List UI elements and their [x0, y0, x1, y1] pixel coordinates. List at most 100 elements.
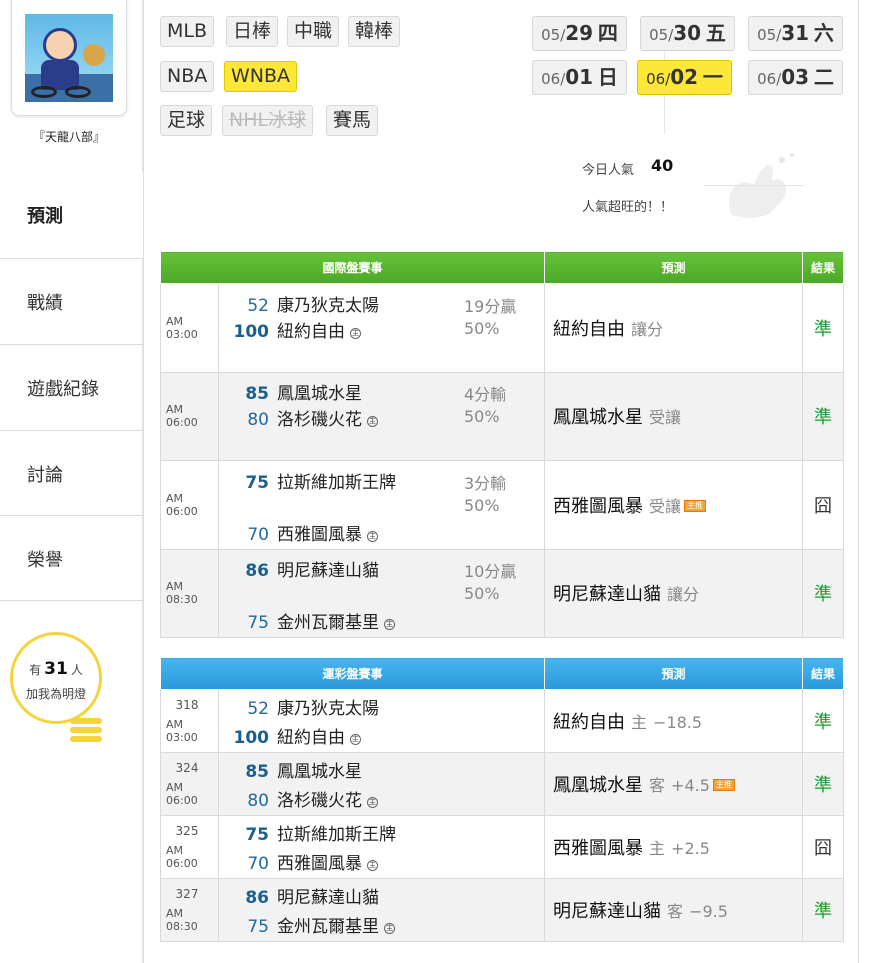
- matchup-cell: 85 鳳凰城水星 80 洛杉磯火花主: [217, 752, 546, 816]
- date-0603[interactable]: 06/03 二: [748, 60, 843, 95]
- away-team[interactable]: 拉斯維加斯王牌: [277, 825, 396, 845]
- intl-odds-table: 國際盤賽事 預測 結果 AM 03:00 52 康乃狄克太陽 100 紐約自由主 19分贏…: [159, 251, 845, 638]
- sport-tab-npb[interactable]: 日棒: [226, 16, 279, 47]
- home-team[interactable]: 西雅圖風暴: [277, 854, 362, 874]
- main-panel: MLB 日棒 中職 韓棒 NBA WNBA 足球 NHL冰球 賽馬 05/29 …: [143, 0, 859, 963]
- handicap-percent: 50%: [464, 318, 500, 338]
- prediction-cell: 紐約自由主 −18.5: [544, 689, 804, 753]
- predicted-team: 紐約自由: [553, 318, 626, 340]
- matchup-cell: 86 明尼蘇達山貓 75 金州瓦爾基里主: [217, 878, 546, 942]
- predicted-team: 紐約自由: [553, 712, 626, 733]
- table-row: AM 06:00 75 拉斯維加斯王牌 70 西雅圖風暴主 3分輸 50% 西雅圖風暴 受讓 主推…: [160, 460, 845, 550]
- handicap-percent: 50%: [464, 407, 500, 427]
- matchup-cell: 85 鳳凰城水星 80 洛杉磯火花主 4分輸 50%: [217, 371, 546, 461]
- game-number: 325: [175, 824, 199, 838]
- predicted-line: +4.5: [671, 776, 710, 795]
- result-cell: 準: [802, 548, 845, 638]
- home-team[interactable]: 金州瓦爾基里: [277, 613, 379, 633]
- date-0601[interactable]: 06/01 日: [532, 60, 627, 95]
- away-score: 86: [245, 561, 269, 582]
- lottery-odds-table: 運彩盤賽事 預測 結果 318 AM 03:00 52 康乃狄克太陽 100 紐約自由主紐…: [159, 657, 845, 942]
- fans-count: 31: [44, 659, 68, 679]
- away-team[interactable]: 鳳凰城水星: [277, 384, 362, 404]
- predicted-team: 鳳凰城水星: [553, 407, 644, 429]
- predicted-line: −18.5: [653, 713, 703, 732]
- date-0531[interactable]: 05/31 六: [748, 16, 843, 51]
- avatar-card[interactable]: [11, 0, 127, 116]
- predicted-team: 西雅圖風暴: [553, 838, 644, 859]
- home-mark: 主: [384, 923, 395, 934]
- date-0530[interactable]: 05/30 五: [640, 16, 735, 51]
- featured-badge: 主推: [712, 779, 735, 791]
- home-mark: 主: [367, 416, 378, 428]
- home-score: 70: [247, 854, 269, 874]
- nav-item-game-history[interactable]: 遊戲紀錄: [0, 344, 143, 430]
- predicted-line: +2.5: [671, 839, 710, 858]
- prediction-cell: 紐約自由 讓分: [544, 283, 804, 373]
- away-team[interactable]: 康乃狄克太陽: [277, 699, 379, 719]
- home-score: 100: [233, 321, 270, 342]
- sport-tab-cpbl[interactable]: 中職: [287, 16, 340, 47]
- matchup-cell: 52 康乃狄克太陽 100 紐約自由主: [217, 689, 546, 753]
- away-team[interactable]: 鳳凰城水星: [277, 762, 362, 782]
- game-time: AM 03:00: [160, 283, 219, 373]
- home-team[interactable]: 紐約自由: [277, 728, 345, 748]
- home-team[interactable]: 金州瓦爾基里: [277, 917, 379, 937]
- prediction-cell: 西雅圖風暴主 +2.5: [544, 815, 804, 879]
- home-mark: 主: [367, 797, 378, 808]
- home-team[interactable]: 洛杉磯火花: [277, 791, 362, 811]
- game-number: 318: [175, 698, 199, 712]
- away-score: 52: [247, 295, 269, 316]
- prediction-cell: 西雅圖風暴 受讓 主推: [544, 460, 804, 550]
- game-number: 327: [175, 887, 199, 901]
- home-score: 70: [247, 524, 269, 545]
- sport-tab-nba[interactable]: NBA: [160, 61, 215, 92]
- table-row: AM 06:00 85 鳳凰城水星 80 洛杉磯火花主 4分輸 50% 鳳凰城水星 受讓準: [160, 371, 845, 461]
- away-score: 75: [245, 472, 269, 493]
- predicted-type: 受讓: [649, 408, 682, 428]
- prediction-cell: 鳳凰城水星 受讓: [544, 371, 804, 461]
- predicted-side: 主: [649, 839, 666, 858]
- home-score: 80: [247, 410, 269, 431]
- home-mark: 主: [350, 734, 361, 745]
- fans-bulb[interactable]: 有 31 人 加我為明燈: [10, 632, 102, 724]
- sport-tab-kbo[interactable]: 韓棒: [348, 16, 401, 47]
- sport-tab-horse-racing[interactable]: 賽馬: [326, 105, 379, 136]
- home-team[interactable]: 西雅圖風暴: [277, 525, 362, 545]
- away-team[interactable]: 明尼蘇達山貓: [277, 561, 379, 581]
- away-team[interactable]: 康乃狄克太陽: [277, 296, 379, 316]
- home-mark: 主: [384, 619, 395, 631]
- username[interactable]: 『天龍八部』: [0, 128, 138, 145]
- home-team[interactable]: 紐約自由: [277, 322, 345, 342]
- sport-tab-wnba[interactable]: WNBA: [224, 61, 298, 92]
- nav-item-discussion[interactable]: 討論: [0, 430, 143, 516]
- avatar[interactable]: [25, 14, 113, 102]
- date-0602[interactable]: 06/02 一: [637, 60, 732, 95]
- nav-item-honor[interactable]: 榮譽: [0, 515, 143, 601]
- matchup-cell: 75 拉斯維加斯王牌 70 西雅圖風暴主 3分輸 50%: [217, 460, 546, 550]
- away-team[interactable]: 明尼蘇達山貓: [277, 888, 379, 908]
- predicted-side: 客: [667, 902, 684, 921]
- predicted-side: 主: [631, 713, 648, 732]
- game-info: 318 AM 03:00: [160, 689, 219, 753]
- fans-text: 加我為明燈: [25, 687, 86, 701]
- sport-tab-soccer[interactable]: 足球: [160, 105, 213, 136]
- prediction-cell: 明尼蘇達山貓 讓分: [544, 548, 804, 638]
- nav-item-prediction[interactable]: 預測: [0, 172, 143, 258]
- sport-tab-mlb[interactable]: MLB: [160, 16, 215, 47]
- predicted-team: 西雅圖風暴: [553, 495, 644, 517]
- date-0529[interactable]: 05/29 四: [532, 16, 627, 51]
- away-team[interactable]: 拉斯維加斯王牌: [277, 473, 396, 493]
- prediction-cell: 鳳凰城水星客 +4.5 主推: [544, 752, 804, 816]
- table-row: 325 AM 06:00 75 拉斯維加斯王牌 70 西雅圖風暴主西雅圖風暴主 +2.5 囧: [160, 815, 845, 879]
- handicap-result: 19分贏: [464, 296, 517, 316]
- game-time: AM 03:00: [166, 718, 198, 744]
- lottery-header-result: 結果: [802, 657, 845, 690]
- home-mark: 主: [367, 860, 378, 871]
- nav-item-record[interactable]: 戰績: [0, 258, 143, 344]
- result-cell: 準: [802, 752, 845, 816]
- game-time: AM 06:00: [166, 844, 198, 870]
- home-team[interactable]: 洛杉磯火花: [277, 410, 362, 430]
- away-score: 75: [245, 825, 269, 845]
- result-cell: 囧: [802, 815, 845, 879]
